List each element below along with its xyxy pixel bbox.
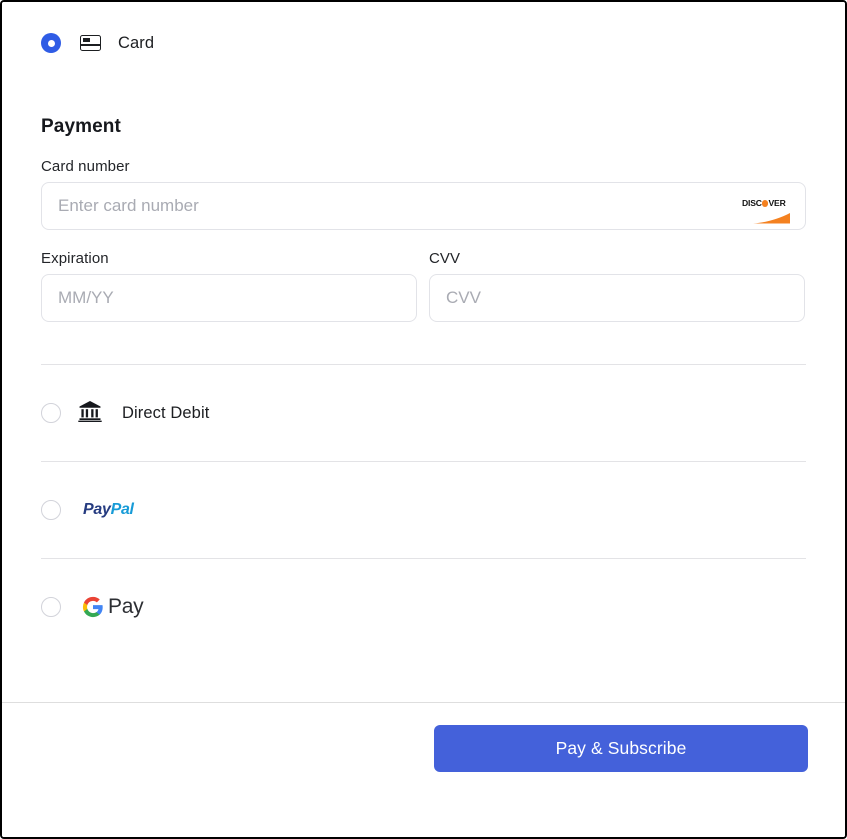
payment-method-panel: Card Payment Card number DISCVER Expirat… [0, 0, 847, 839]
cvv-input[interactable] [429, 274, 805, 322]
payment-method-label-card: Card [118, 33, 155, 52]
paypal-logo-part-one: Pay [83, 501, 111, 518]
expiration-field-group: Expiration [41, 230, 417, 322]
expiration-cvv-row: Expiration CVV [41, 230, 806, 322]
payment-method-option-paypal[interactable]: PayPal [2, 462, 845, 558]
bank-icon [78, 400, 102, 427]
cvv-label: CVV [429, 250, 461, 267]
radio-google-pay[interactable] [41, 597, 61, 617]
google-pay-logo: Pay [82, 595, 144, 619]
cvv-field-group: CVV [429, 230, 805, 322]
radio-paypal[interactable] [41, 500, 61, 520]
payment-section-title: Payment [41, 116, 121, 137]
card-number-label: Card number [41, 158, 130, 175]
radio-card[interactable] [41, 33, 61, 53]
card-number-input[interactable] [41, 182, 806, 230]
google-pay-label: Pay [108, 595, 144, 618]
expiration-label: Expiration [41, 250, 109, 267]
payment-method-label-direct-debit: Direct Debit [122, 403, 210, 422]
payment-method-option-google-pay[interactable]: Pay [2, 559, 845, 655]
payment-methods-list: Card Payment Card number DISCVER Expirat… [2, 2, 845, 702]
card-number-field-wrapper: DISCVER [41, 182, 806, 230]
card-details-form: Payment Card number DISCVER Expiration C… [2, 116, 845, 364]
panel-footer: Pay & Subscribe [2, 702, 845, 837]
google-g-icon [82, 596, 103, 618]
paypal-logo-part-two: Pal [110, 501, 134, 518]
radio-direct-debit[interactable] [41, 403, 61, 423]
expiration-input[interactable] [41, 274, 417, 322]
paypal-logo: PayPal [83, 501, 134, 519]
pay-and-subscribe-button[interactable]: Pay & Subscribe [434, 725, 808, 772]
credit-card-icon [80, 35, 101, 51]
payment-method-option-direct-debit[interactable]: Direct Debit [2, 365, 845, 461]
payment-method-option-card[interactable]: Card [2, 2, 845, 70]
